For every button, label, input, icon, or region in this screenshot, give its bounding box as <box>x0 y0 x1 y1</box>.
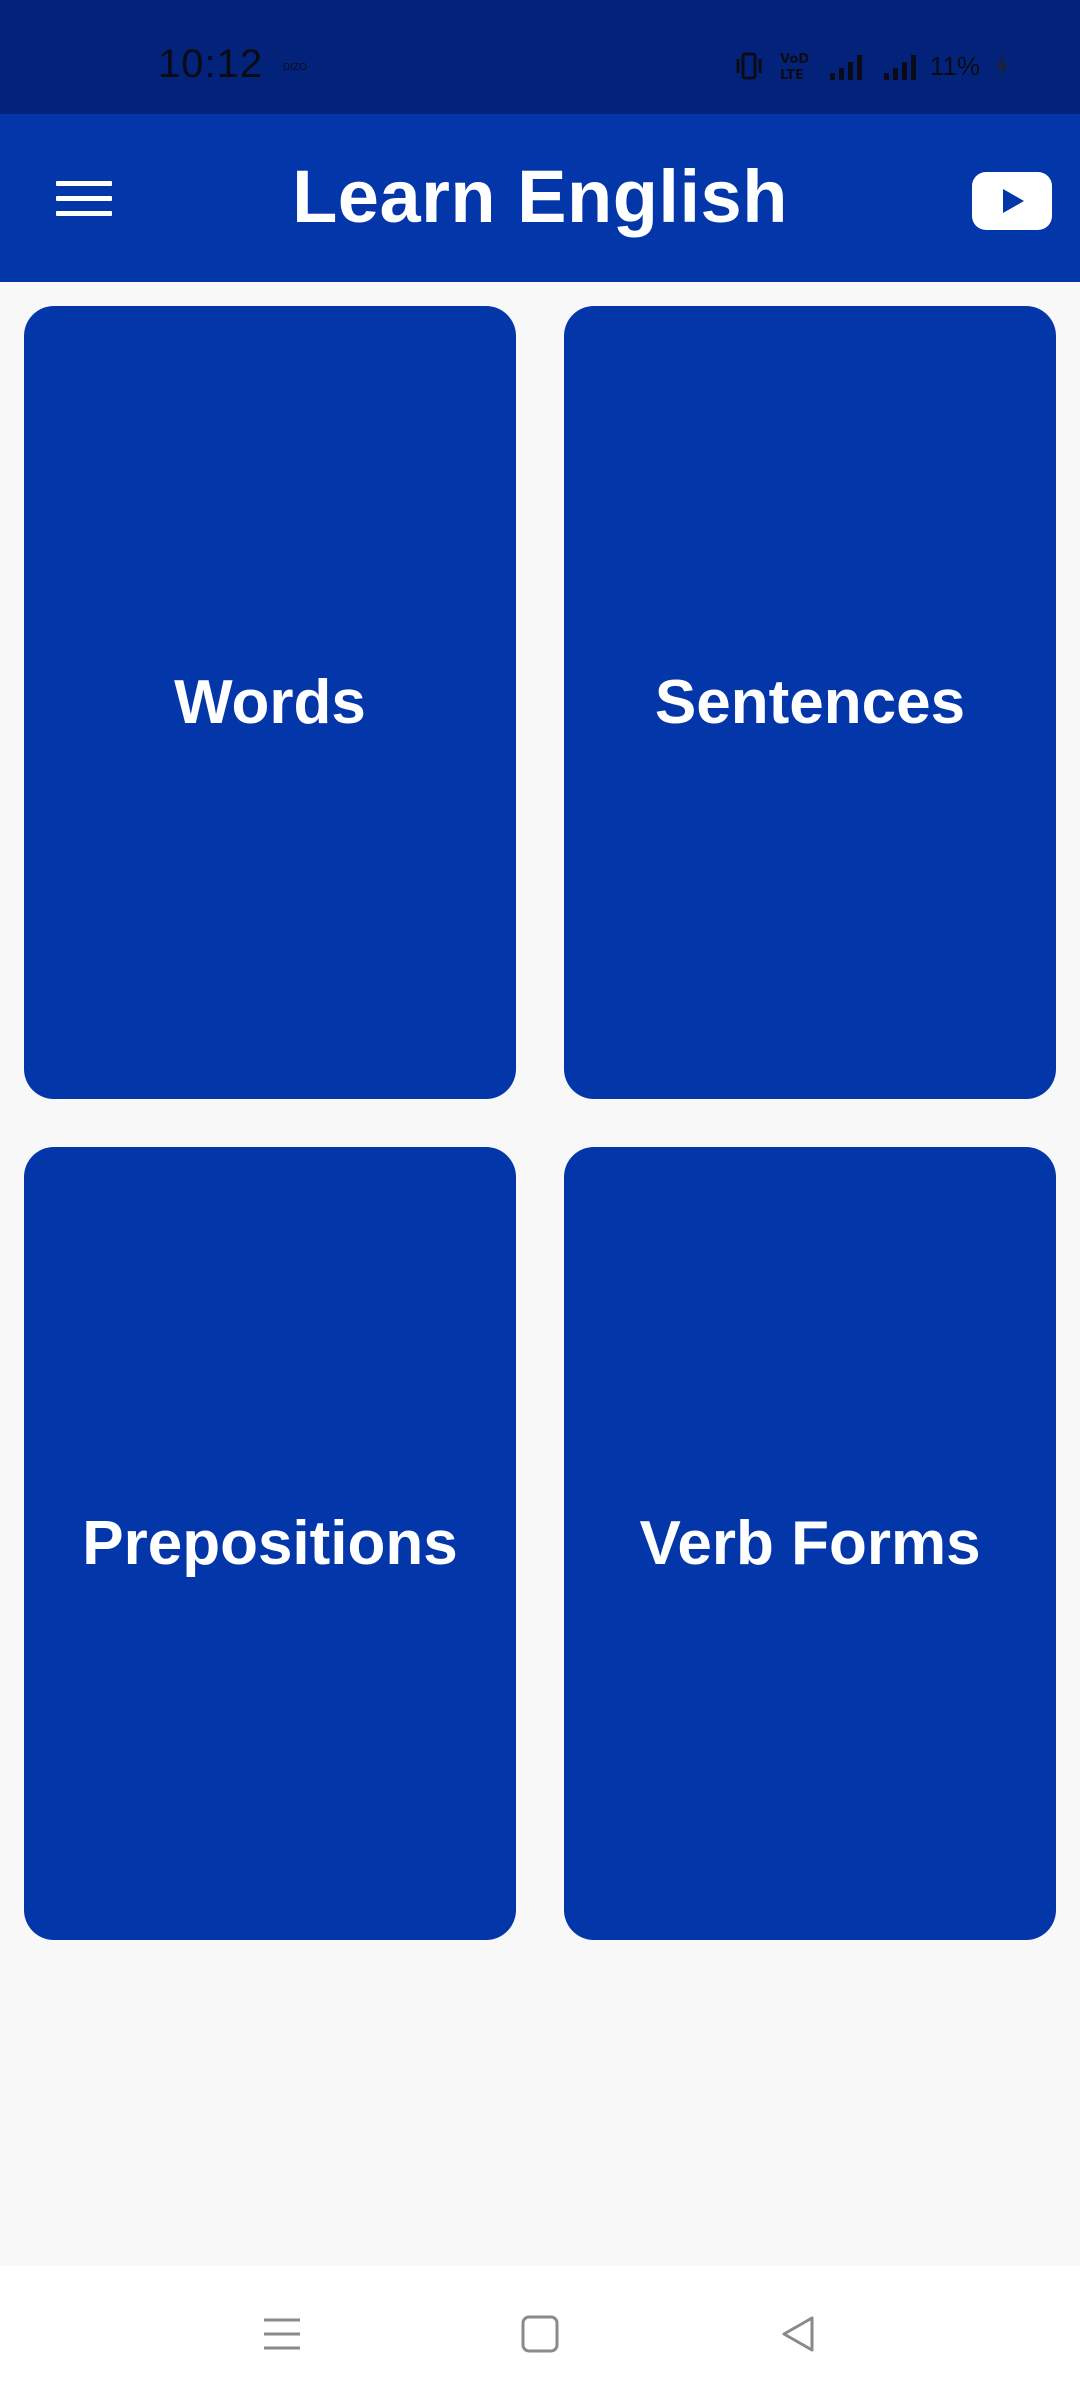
recents-icon <box>264 2318 300 2350</box>
system-nav-bar <box>0 2266 1080 2400</box>
card-label: Verb Forms <box>639 1509 981 1578</box>
card-label: Sentences <box>654 668 966 737</box>
back-icon <box>782 2316 814 2352</box>
card-label: Words <box>174 668 366 737</box>
status-carrier-tag: DIZO <box>283 62 307 73</box>
recents-button[interactable] <box>250 2302 314 2366</box>
topic-grid: Words Sentences Prepositions Verb Forms <box>24 306 1056 1940</box>
svg-text:VoD: VoD <box>780 52 809 67</box>
app-bar: Learn English <box>0 114 1080 282</box>
youtube-icon <box>972 172 1052 230</box>
vibrate-icon <box>736 52 762 80</box>
home-icon <box>521 2315 559 2353</box>
battery-percent: 11% <box>929 50 980 81</box>
charging-icon <box>996 52 1008 80</box>
status-icons: VoD LTE 11% <box>734 50 1010 82</box>
status-time: 10:12 <box>158 42 264 86</box>
card-words[interactable]: Words <box>24 306 516 1099</box>
volte-icon: VoD LTE <box>780 52 809 82</box>
svg-text:LTE: LTE <box>780 68 804 82</box>
page-title: Learn English <box>292 155 788 238</box>
status-bar: 10:12 DIZO VoD LTE 11% <box>0 0 1080 114</box>
card-verb-forms[interactable]: Verb Forms <box>564 1147 1056 1940</box>
signal-icon-2 <box>883 55 916 80</box>
back-button[interactable] <box>766 2302 830 2366</box>
card-prepositions[interactable]: Prepositions <box>24 1147 516 1940</box>
youtube-button[interactable] <box>972 172 1052 230</box>
card-sentences[interactable]: Sentences <box>564 306 1056 1099</box>
signal-icon-1 <box>829 55 862 80</box>
card-label: Prepositions <box>82 1509 458 1578</box>
home-button[interactable] <box>508 2302 572 2366</box>
